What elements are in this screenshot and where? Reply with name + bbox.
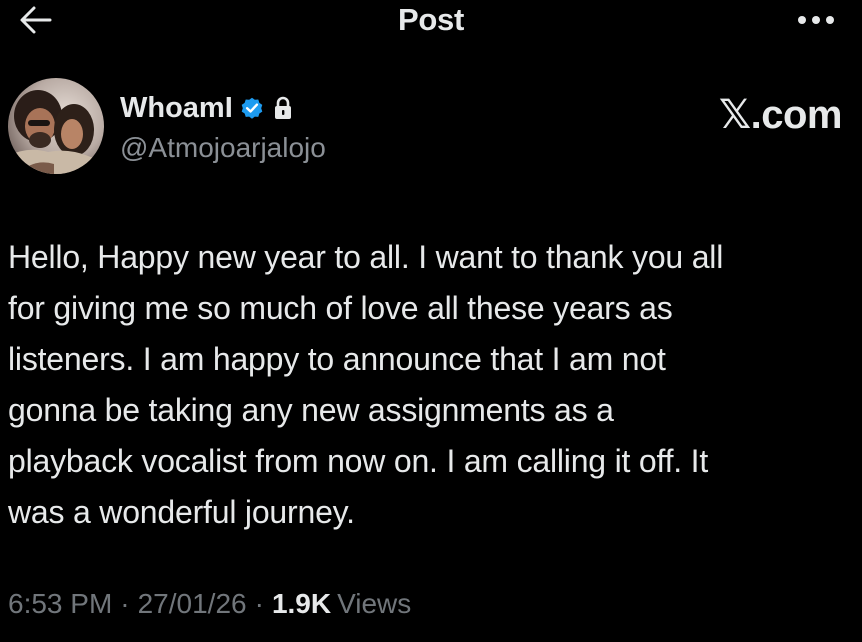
post-text-line: Hello, Happy new year to all. I want to … xyxy=(8,239,724,275)
author-handle[interactable]: @Atmojoarjalojo xyxy=(120,132,326,164)
post-text-line: gonna be taking any new assignments as a xyxy=(8,392,614,428)
more-options-button[interactable] xyxy=(794,6,838,34)
post-text: Hello, Happy new year to all. I want to … xyxy=(8,232,854,538)
meta-separator: · xyxy=(120,588,130,619)
post-text-line: listeners. I am happy to announce that I… xyxy=(8,341,666,377)
avatar[interactable] xyxy=(8,78,104,174)
post-time[interactable]: 6:53 PM xyxy=(8,588,112,620)
post-text-line: playback vocalist from now on. I am call… xyxy=(8,443,709,479)
post-metadata: 6:53 PM · 27/01/26 · 1.9K Views xyxy=(8,588,411,620)
post-text-line: for giving me so much of love all these … xyxy=(8,290,673,326)
ellipsis-horizontal-icon xyxy=(798,16,834,24)
display-name[interactable]: WhoamI xyxy=(120,92,233,125)
author-name-row: WhoamI xyxy=(120,90,293,126)
verified-badge-icon xyxy=(241,97,263,119)
page-title: Post xyxy=(398,2,464,37)
views-label: Views xyxy=(337,588,412,619)
avatar-photo xyxy=(8,78,104,174)
post-author: WhoamI @Atmojoarjalojo 𝕏.com xyxy=(8,78,854,182)
lock-icon xyxy=(274,96,291,119)
top-bar: Post xyxy=(0,0,862,44)
watermark-logo: 𝕏.com xyxy=(718,93,843,137)
views-count: 1.9K xyxy=(271,588,332,619)
post-text-line: was a wonderful journey. xyxy=(8,494,355,530)
post-date[interactable]: 27/01/26 xyxy=(138,588,247,620)
meta-separator: · xyxy=(254,588,264,619)
